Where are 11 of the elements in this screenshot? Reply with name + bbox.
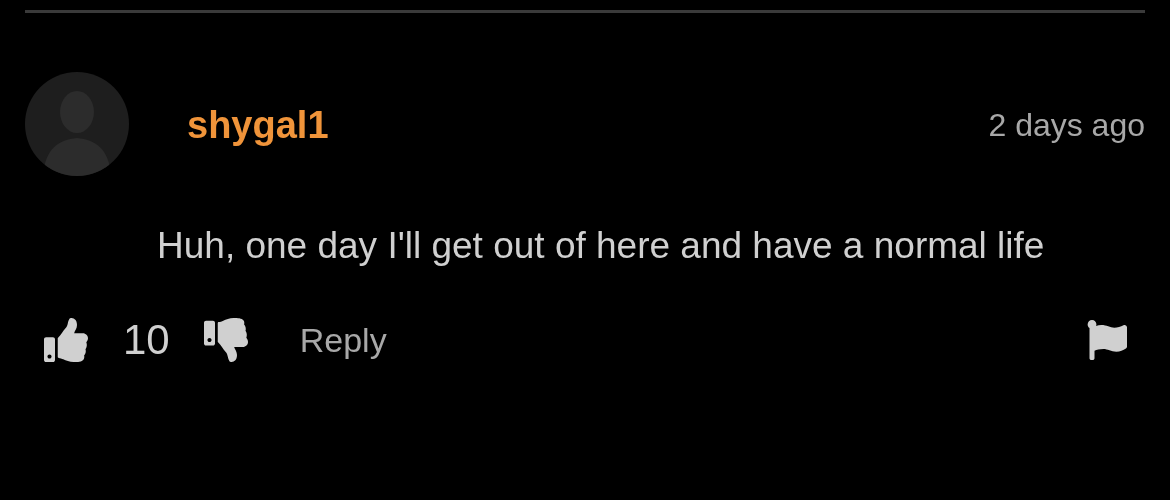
- report-button[interactable]: [1087, 320, 1127, 360]
- thumbs-up-icon: [42, 318, 90, 362]
- dislike-button[interactable]: [201, 318, 250, 362]
- flag-icon: [1087, 320, 1127, 360]
- reply-button[interactable]: Reply: [299, 323, 387, 357]
- username-link[interactable]: shygal1: [187, 106, 329, 144]
- like-count: 10: [123, 319, 170, 361]
- comment-timestamp: 2 days ago: [988, 109, 1145, 141]
- thumbs-down-icon: [201, 318, 250, 362]
- comment-text: Huh, one day I'll get out of here and have a normal life: [157, 224, 1046, 268]
- like-button[interactable]: [42, 318, 90, 362]
